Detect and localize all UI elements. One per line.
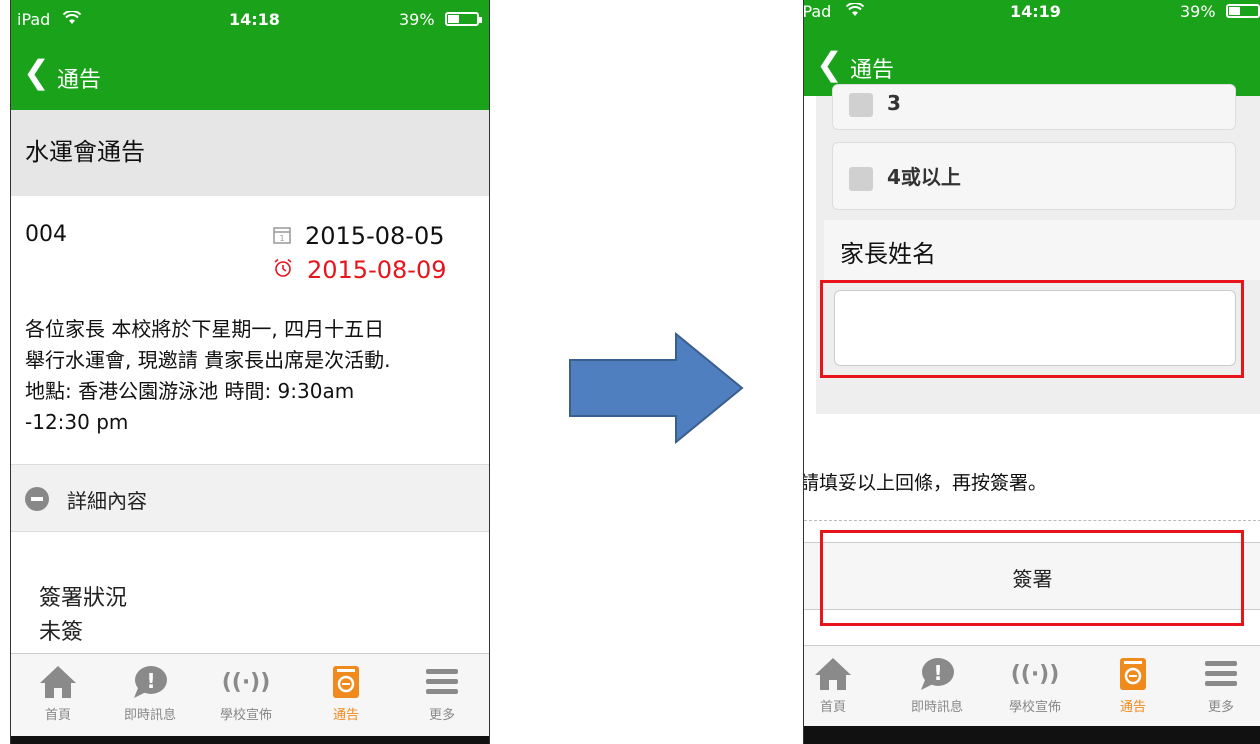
- battery-percent: 39%: [1180, 2, 1216, 21]
- instruction-text: 請填妥以上回條，再按簽署。: [803, 472, 1048, 494]
- phone-screen-notice: iPad 14:18 39% ❮ 通告 水運會通告 004 1 2015-08-…: [10, 0, 490, 744]
- option-label: 3: [887, 91, 901, 115]
- menu-icon: [397, 660, 487, 704]
- parent-name-header: 家長姓名: [824, 220, 1260, 280]
- clock: 14:18: [229, 10, 280, 29]
- tab-label: 即時訊息: [910, 700, 963, 715]
- notice-icon: [301, 660, 391, 704]
- details-label: 詳細內容: [67, 489, 147, 513]
- notice-title: 水運會通告: [25, 138, 145, 166]
- collapse-minus-icon: [25, 487, 49, 511]
- tab-announcements[interactable]: ((·)) 學校宣佈: [990, 652, 1080, 716]
- phone-screen-sign: iPad 14:19 39% ❮ 通告 3 4或以上 家長姓名 請填妥以上回條，…: [803, 0, 1260, 744]
- highlight-box-name-input: [820, 280, 1244, 378]
- tab-label: 首頁: [44, 708, 71, 723]
- svg-text:!: !: [933, 661, 942, 685]
- notice-body: 各位家長 本校將於下星期一, 四月十五日 舉行水運會, 現邀請 貴家長出席是次活…: [25, 314, 390, 438]
- divider: [804, 520, 1260, 521]
- notice-body-line: 各位家長 本校將於下星期一, 四月十五日: [25, 317, 385, 341]
- bottom-edge: [11, 736, 489, 744]
- nav-title[interactable]: 通告: [850, 52, 894, 84]
- tab-label: 即時訊息: [123, 708, 176, 723]
- home-icon: [804, 652, 878, 696]
- device-label: iPad: [803, 2, 832, 21]
- status-bar: iPad 14:19 39%: [804, 0, 1260, 32]
- tab-bar: 首頁 ! 即時訊息 ((·)) 學校宣佈 通告 更多: [804, 645, 1260, 726]
- tab-label: 更多: [1207, 700, 1234, 715]
- sign-status-label: 簽署狀況: [39, 586, 128, 611]
- tab-messages[interactable]: ! 即時訊息: [105, 660, 195, 723]
- bottom-edge: [804, 726, 1260, 744]
- tab-home[interactable]: 首頁: [804, 652, 878, 715]
- sign-status-value: 未簽: [39, 620, 84, 645]
- tab-home[interactable]: 首頁: [13, 660, 103, 723]
- device-label: iPad: [17, 10, 51, 29]
- alarm-clock-icon: [273, 256, 293, 284]
- tab-announcements[interactable]: ((·)) 學校宣佈: [201, 660, 291, 724]
- notice-body-line: 舉行水運會, 現邀請 貴家長出席是次活動.: [25, 348, 391, 372]
- tab-notices[interactable]: 通告: [1088, 652, 1178, 715]
- due-date: 2015-08-09: [307, 256, 447, 284]
- tab-label: 更多: [428, 708, 455, 723]
- option-3[interactable]: 3: [832, 84, 1236, 130]
- issue-date-row: 1 2015-08-05: [273, 222, 444, 250]
- menu-icon: [1176, 652, 1260, 696]
- tab-more[interactable]: 更多: [1176, 652, 1260, 715]
- notice-title-section: 水運會通告: [11, 110, 489, 196]
- battery-icon: [1226, 4, 1260, 18]
- tab-label: 通告: [332, 708, 359, 723]
- wifi-icon: [62, 10, 82, 29]
- svg-text:1: 1: [279, 234, 284, 243]
- due-date-row: 2015-08-09: [273, 256, 446, 284]
- tab-label: 通告: [1119, 700, 1146, 715]
- tab-more[interactable]: 更多: [397, 660, 487, 723]
- notice-body-line: -12:30 pm: [25, 410, 129, 434]
- tab-messages[interactable]: ! 即時訊息: [892, 652, 982, 715]
- notice-icon: [1088, 652, 1178, 696]
- back-chevron-icon[interactable]: ❮: [816, 48, 843, 80]
- option-4-or-more[interactable]: 4或以上: [832, 142, 1236, 210]
- battery-icon: [445, 12, 482, 26]
- tab-notices[interactable]: 通告: [301, 660, 391, 723]
- issue-date: 2015-08-05: [305, 222, 445, 250]
- nav-bar: ❮ 通告: [11, 40, 489, 110]
- next-step-arrow-icon: [569, 331, 744, 445]
- tab-bar: 首頁 ! 即時訊息 ((·)) 學校宣佈 通告 更多: [11, 653, 489, 736]
- highlight-box-sign-button: [820, 530, 1244, 626]
- home-icon: [13, 660, 103, 704]
- message-icon: !: [105, 660, 195, 704]
- calendar-icon: 1: [273, 222, 291, 250]
- tab-label: 首頁: [819, 700, 846, 715]
- tab-label: 學校宣佈: [219, 708, 272, 723]
- checkbox-icon[interactable]: [849, 166, 873, 191]
- nav-title[interactable]: 通告: [57, 62, 101, 94]
- tab-label: 學校宣佈: [1008, 700, 1061, 715]
- details-toggle[interactable]: 詳細內容: [11, 464, 489, 532]
- svg-text:!: !: [146, 669, 155, 693]
- broadcast-icon: ((·)): [221, 669, 271, 695]
- back-chevron-icon[interactable]: ❮: [23, 56, 50, 88]
- notice-number: 004: [25, 222, 67, 247]
- status-bar: iPad 14:18 39%: [11, 0, 489, 40]
- option-label: 4或以上: [887, 165, 961, 189]
- wifi-icon: [845, 2, 865, 21]
- battery-percent: 39%: [399, 10, 435, 29]
- parent-name-label: 家長姓名: [840, 240, 936, 268]
- notice-body-line: 地點: 香港公園游泳池 時間: 9:30am: [25, 379, 355, 403]
- broadcast-icon: ((·)): [1010, 661, 1060, 687]
- clock: 14:19: [1010, 2, 1061, 21]
- message-icon: !: [892, 652, 982, 696]
- checkbox-icon[interactable]: [849, 92, 873, 117]
